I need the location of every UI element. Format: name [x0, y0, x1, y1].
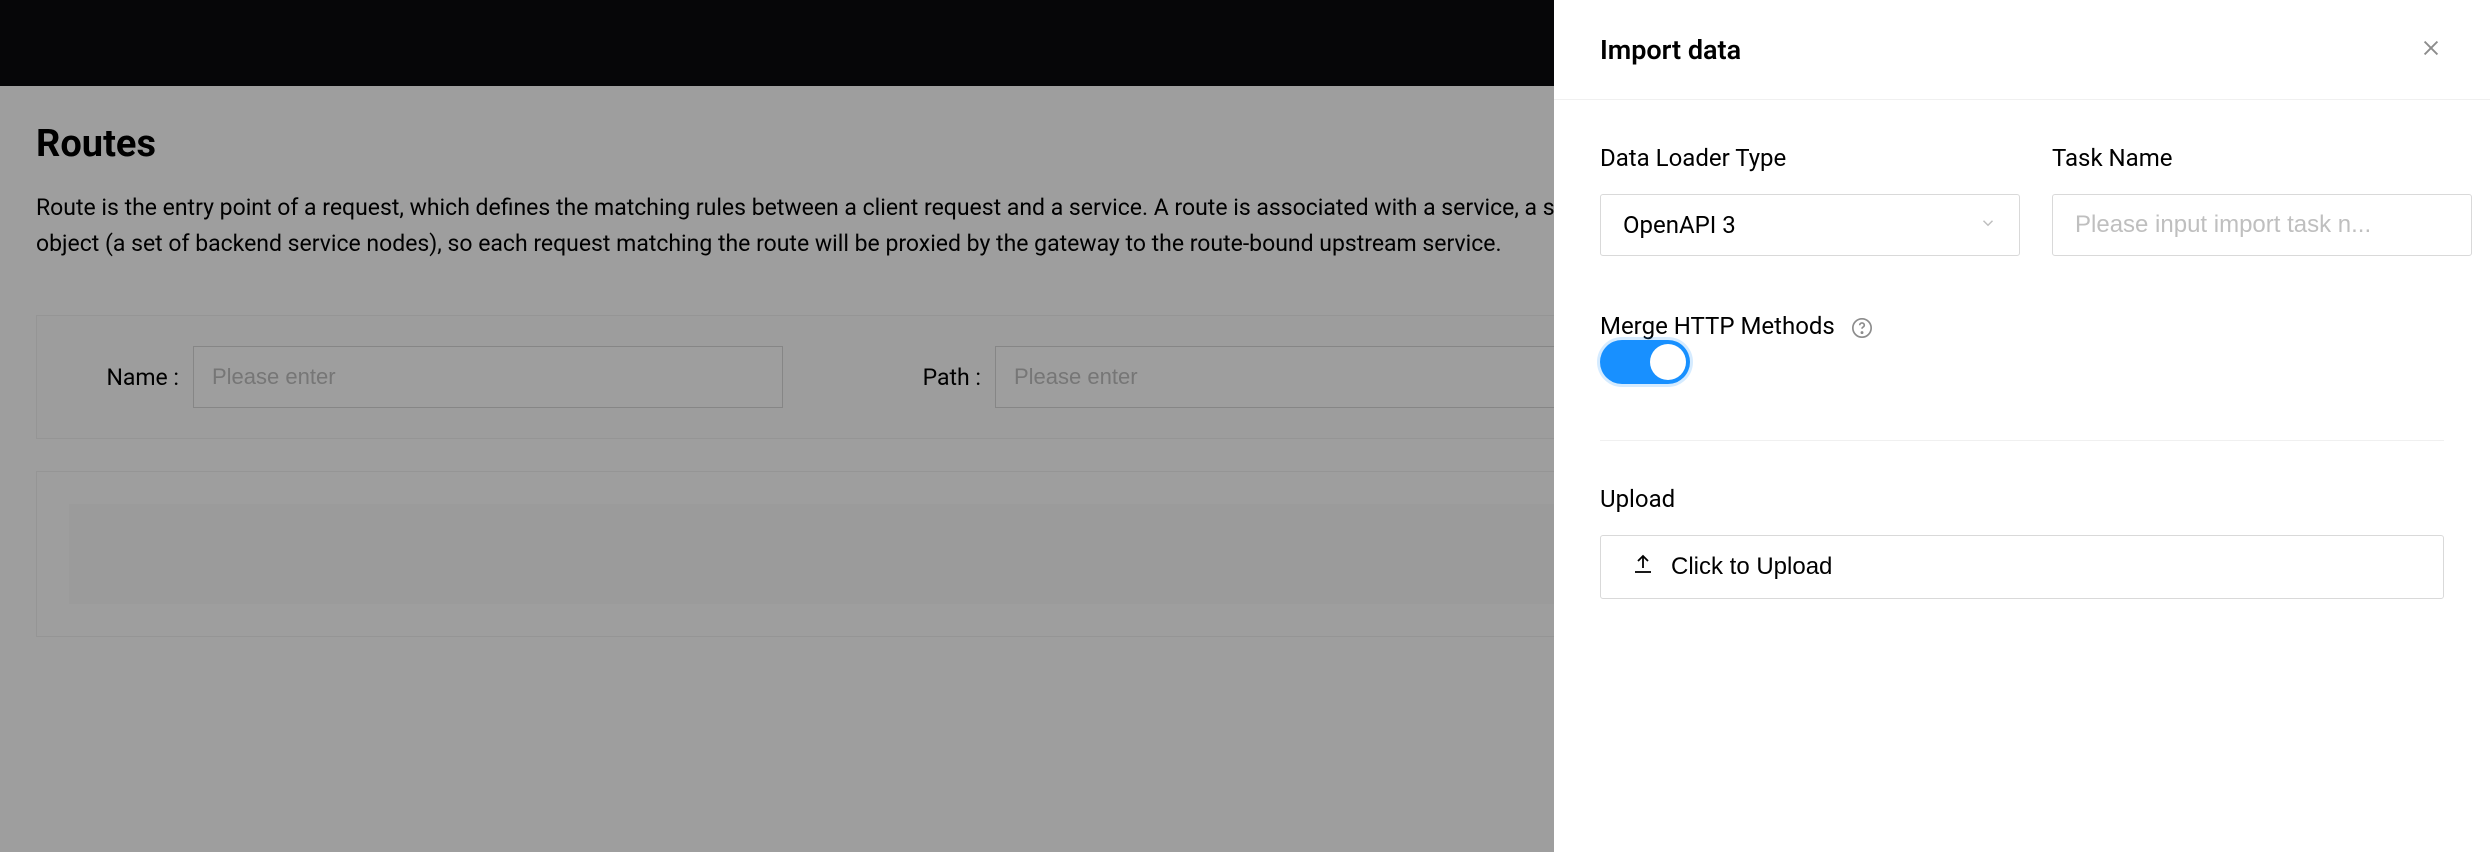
modal-overlay[interactable]: [0, 0, 1554, 852]
merge-methods-toggle[interactable]: [1600, 340, 1690, 384]
task-name-field: Task Name: [2052, 144, 2472, 256]
import-data-drawer: Import data Data Loader Type OpenAPI 3: [1554, 0, 2490, 852]
upload-label: Upload: [1600, 485, 2444, 513]
chevron-down-icon: [1979, 214, 1997, 236]
close-icon: [2420, 37, 2442, 63]
merge-methods-label-text: Merge HTTP Methods: [1600, 312, 1835, 340]
help-icon[interactable]: [1851, 317, 1873, 339]
close-button[interactable]: [2418, 37, 2444, 63]
data-loader-value: OpenAPI 3: [1623, 211, 1736, 239]
upload-icon: [1631, 552, 1655, 583]
data-loader-label: Data Loader Type: [1600, 144, 2020, 172]
data-loader-select[interactable]: OpenAPI 3: [1600, 194, 2020, 256]
drawer-header: Import data: [1554, 0, 2490, 100]
merge-methods-field: Merge HTTP Methods: [1600, 312, 2444, 384]
merge-methods-label: Merge HTTP Methods: [1600, 312, 1873, 340]
divider: [1600, 440, 2444, 441]
drawer-title: Import data: [1600, 34, 1741, 66]
upload-field: Upload Click to Upload: [1600, 485, 2444, 599]
data-loader-field: Data Loader Type OpenAPI 3: [1600, 144, 2020, 256]
task-name-label: Task Name: [2052, 144, 2472, 172]
drawer-body: Data Loader Type OpenAPI 3 Task Name Mer…: [1554, 100, 2490, 643]
task-name-input[interactable]: [2052, 194, 2472, 256]
form-row-top: Data Loader Type OpenAPI 3 Task Name: [1600, 144, 2444, 256]
upload-button-label: Click to Upload: [1671, 553, 1832, 581]
upload-button[interactable]: Click to Upload: [1600, 535, 2444, 599]
